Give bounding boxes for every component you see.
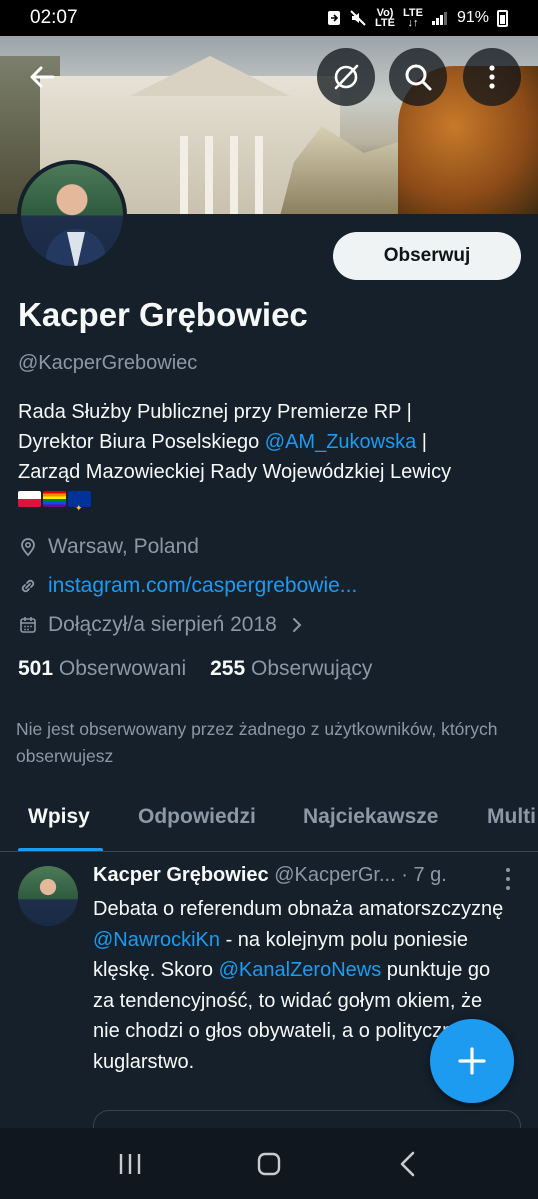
home-icon[interactable]: [254, 1149, 284, 1179]
flag-eu-icon: [68, 491, 91, 523]
followers-stat[interactable]: 255 Obserwujący: [210, 657, 372, 681]
back-arrow-icon: [30, 66, 55, 88]
tab-posts[interactable]: Wpisy: [28, 805, 90, 829]
banner-column: [180, 136, 188, 214]
link-icon: [21, 579, 35, 593]
more-vertical-icon: [489, 65, 495, 89]
bio-line: Dyrektor Biura Poselskiego @AM_Zukowska …: [18, 431, 428, 453]
tab-replies[interactable]: Odpowiedzi: [138, 805, 256, 829]
profile-website[interactable]: instagram.com/caspergrebowie...: [18, 574, 357, 598]
tweet-author-handle[interactable]: @KacperGr...: [274, 864, 395, 886]
status-time: 02:07: [30, 7, 78, 28]
follow-button[interactable]: Obserwuj: [333, 232, 521, 280]
banner-column: [230, 136, 238, 214]
profile-bio: Rada Służby Publicznej przy Premierze RP…: [18, 397, 523, 523]
tweet-time: 7 g.: [413, 864, 447, 886]
search-button[interactable]: [389, 48, 447, 106]
battery-percent: 91%: [456, 9, 489, 26]
not-followed-note: Nie jest obserwowany przez żadnego z uży…: [16, 719, 498, 766]
tweet-author-name[interactable]: Kacper Grębowiec: [93, 864, 269, 886]
followers-count: 255: [210, 657, 246, 680]
bio-flags: [18, 491, 523, 523]
calendar-icon: [20, 617, 36, 633]
sync-icon: [328, 11, 341, 25]
compose-button[interactable]: [430, 1019, 514, 1103]
tab-highlights[interactable]: Najciekawsze: [303, 805, 438, 829]
flag-poland-icon: [18, 491, 41, 507]
website-link[interactable]: instagram.com/caspergrebowie...: [48, 574, 357, 598]
following-label: Obserwowani: [58, 657, 187, 680]
profile-tabs: Wpisy Odpowiedzi Najciekawsze Multi: [0, 798, 538, 852]
followers-label: Obserwujący: [251, 657, 373, 680]
status-icons: Vo) LTE LTE ↓↑ 91%: [327, 7, 508, 29]
battery-icon: [497, 9, 508, 27]
chevron-right-icon: [292, 618, 302, 632]
grok-button[interactable]: [317, 48, 375, 106]
banner-column: [255, 136, 263, 214]
flag-rainbow-icon: [43, 491, 66, 507]
location-pin-icon: [21, 538, 35, 557]
search-icon: [405, 64, 432, 91]
mute-icon: [350, 10, 366, 26]
signal-icon: [431, 12, 447, 25]
status-bar: 02:07 Vo) LTE LTE ↓↑ 91%: [0, 0, 538, 36]
joined-text: Dołączył/a sierpień 2018: [48, 613, 277, 636]
lte-indicator: LTE ↓↑: [403, 7, 423, 29]
plus-icon: [458, 1047, 486, 1075]
tab-media[interactable]: Multi: [487, 805, 536, 829]
following-count: 501: [18, 657, 54, 680]
recent-apps-icon[interactable]: [115, 1149, 145, 1179]
more-dot-icon: [506, 876, 510, 881]
tweet-mention-link[interactable]: @KanalZeroNews: [219, 959, 382, 981]
profile-avatar[interactable]: [17, 160, 127, 270]
back-nav-icon[interactable]: [393, 1149, 423, 1179]
system-nav-bar: [0, 1128, 538, 1199]
profile-joined[interactable]: Dołączył/a sierpień 2018: [18, 613, 307, 637]
grok-icon: [334, 64, 359, 90]
bio-line: Zarząd Mazowieckiej Rady Wojewódzkiej Le…: [18, 461, 452, 483]
location-text: Warsaw, Poland: [48, 535, 199, 558]
bio-mention-link[interactable]: @AM_Zukowska: [265, 431, 416, 453]
more-dot-icon: [506, 868, 510, 873]
more-button[interactable]: [463, 48, 521, 106]
tweet-mention-link[interactable]: @NawrockiKn: [93, 929, 220, 951]
profile-name: Kacper Grębowiec: [18, 296, 308, 333]
banner-column: [205, 136, 213, 214]
back-button[interactable]: [13, 48, 71, 106]
profile-location: Warsaw, Poland: [18, 535, 199, 559]
following-stat[interactable]: 501 Obserwowani: [18, 657, 186, 681]
tweet-avatar[interactable]: [18, 866, 78, 926]
more-dot-icon: [506, 885, 510, 890]
tweet-separator: ·: [395, 864, 414, 886]
volte-indicator: Vo) LTE: [375, 7, 395, 29]
tweet-header: Kacper Grębowiec @KacperGr... · 7 g.: [93, 864, 447, 887]
tweet-more-button[interactable]: [497, 866, 519, 892]
profile-handle: @KacperGrebowiec: [18, 352, 198, 374]
profile-stats: 501 Obserwowani 255 Obserwujący: [18, 657, 372, 681]
bio-line: Rada Służby Publicznej przy Premierze RP…: [18, 401, 412, 423]
